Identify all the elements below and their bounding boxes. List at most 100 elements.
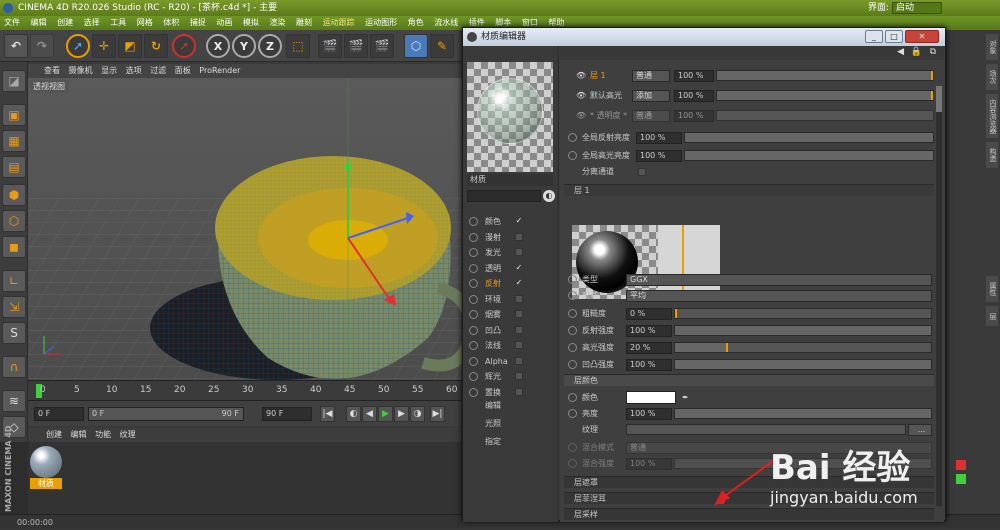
recent-tool-icon[interactable]: ➚	[172, 34, 196, 58]
channel-checkbox[interactable]: ✓	[515, 263, 523, 272]
channel-label[interactable]: 置换	[485, 385, 501, 400]
channel-label[interactable]: Alpha	[485, 354, 508, 369]
tweak-mode-icon[interactable]: ⇲	[2, 296, 26, 318]
layer-value-field[interactable]: 100 %	[674, 110, 714, 122]
channel-checkbox[interactable]	[515, 372, 523, 380]
make-editable-icon[interactable]: ◪	[2, 70, 26, 92]
axis-mode-icon[interactable]: ∟	[2, 270, 26, 292]
scale-tool-icon[interactable]: ◩	[118, 34, 142, 58]
layer-row-2[interactable]: 👁 默认高光 添加 100 %	[568, 88, 938, 103]
layer-value-field[interactable]: 100 %	[674, 70, 714, 82]
tab-layers[interactable]: 层	[986, 306, 998, 326]
channel-checkbox[interactable]	[515, 294, 523, 303]
specular-strength-slider[interactable]	[674, 342, 932, 353]
channel-item[interactable]: 透明 ✓	[469, 261, 553, 276]
edit-render-settings-icon[interactable]: 🎬	[370, 34, 394, 58]
eyedropper-icon[interactable]: ✒	[682, 390, 689, 405]
reflection-strength-field[interactable]: 100 %	[626, 325, 672, 337]
animate-dot-icon[interactable]	[568, 133, 577, 142]
channel-item[interactable]: 凹凸	[469, 323, 553, 338]
channel-label[interactable]: 透明	[485, 261, 501, 276]
next-key-icon[interactable]: ◑	[410, 406, 425, 422]
minimize-button[interactable]: _	[865, 30, 883, 43]
material-menu-edit[interactable]: 编辑	[71, 430, 87, 439]
edges-mode-icon[interactable]: ⬡	[2, 210, 26, 232]
channel-animate-dot-icon[interactable]	[469, 279, 478, 288]
channel-item[interactable]: 反射 ✓	[469, 276, 553, 291]
layer-stack-icon[interactable]: ≋	[2, 390, 26, 412]
previous-frame-icon[interactable]: ◀	[362, 406, 377, 422]
channel-item[interactable]: 辉光	[469, 369, 553, 384]
z-axis-button[interactable]: Z	[258, 34, 282, 58]
channel-label[interactable]: 颜色	[485, 214, 501, 229]
layer-value-slider[interactable]	[716, 90, 934, 101]
channel-label[interactable]: 法线	[485, 338, 501, 353]
channel-label[interactable]: 辉光	[485, 369, 501, 384]
menu-snap[interactable]: 捕捉	[186, 16, 210, 30]
channel-checkbox[interactable]: ✓	[515, 217, 523, 225]
move-tool-icon[interactable]: ✛	[92, 34, 116, 58]
start-frame-field[interactable]: 0 F	[34, 407, 84, 421]
viewport-menu-view[interactable]: 查看	[44, 66, 60, 75]
viewport-menu-panel[interactable]: 面板	[175, 66, 191, 75]
channel-checkbox[interactable]	[515, 248, 523, 256]
type-select[interactable]: GGX	[626, 274, 932, 286]
layer-section-header[interactable]: 层 1	[564, 184, 934, 196]
layer-value-field[interactable]: 100 %	[674, 90, 714, 102]
animate-dot-icon[interactable]	[568, 343, 577, 352]
y-axis-button[interactable]: Y	[232, 34, 256, 58]
channel-label[interactable]: 反射	[485, 276, 501, 291]
roughness-field[interactable]: 0 %	[626, 308, 672, 320]
channel-checkbox[interactable]: ✓	[515, 279, 523, 287]
channel-item[interactable]: 颜色 ✓	[469, 214, 553, 229]
layer-name[interactable]: 默认高光	[590, 88, 622, 103]
material-menu-function[interactable]: 功能	[95, 430, 111, 439]
global-reflection-field[interactable]: 100 %	[636, 132, 682, 144]
layer-mode-select[interactable]: 普通	[632, 70, 670, 82]
channel-label[interactable]: 烟雾	[485, 307, 501, 322]
brightness-slider[interactable]	[674, 408, 932, 419]
menu-motion-tracking[interactable]: 运动跟踪	[319, 16, 359, 30]
channel-item[interactable]: 发光	[469, 245, 553, 260]
channel-checkbox[interactable]	[515, 387, 523, 396]
menu-tools[interactable]: 工具	[106, 16, 130, 30]
lock-icon[interactable]: 🔒	[911, 47, 922, 57]
menu-character[interactable]: 角色	[404, 16, 428, 30]
channel-label[interactable]: 环境	[485, 292, 501, 307]
eye-icon[interactable]: 👁	[576, 68, 586, 83]
channel-item[interactable]: 烟雾	[469, 307, 553, 322]
channel-checkbox[interactable]	[515, 310, 523, 318]
model-mode-icon[interactable]: ▣	[2, 104, 26, 126]
menu-animate[interactable]: 动画	[212, 16, 236, 30]
go-to-start-icon[interactable]: |◀	[320, 406, 335, 422]
rotate-tool-icon[interactable]: ↻	[144, 34, 168, 58]
color-swatch[interactable]	[626, 391, 676, 404]
close-button[interactable]: ✕	[905, 30, 939, 43]
animate-dot-icon[interactable]	[568, 360, 577, 369]
channel-animate-dot-icon[interactable]	[469, 372, 478, 381]
redo-button[interactable]: ↷	[30, 34, 54, 58]
material-preview[interactable]	[467, 62, 553, 172]
brightness-field[interactable]: 100 %	[626, 408, 672, 420]
channel-item[interactable]: 漫射	[469, 230, 553, 245]
menu-simulate[interactable]: 模拟	[239, 16, 263, 30]
animate-dot-icon[interactable]	[568, 443, 577, 452]
channel-item[interactable]: Alpha	[469, 354, 553, 369]
eye-icon[interactable]: 👁	[576, 108, 586, 123]
menu-volume[interactable]: 体积	[159, 16, 183, 30]
layer-value-slider[interactable]	[716, 70, 934, 81]
scrollbar-thumb[interactable]	[936, 86, 942, 112]
channel-animate-dot-icon[interactable]	[469, 248, 478, 257]
animate-dot-icon[interactable]	[568, 151, 577, 160]
tab-objects[interactable]: 对象	[986, 34, 998, 60]
animate-dot-icon[interactable]	[568, 291, 577, 300]
next-frame-icon[interactable]: ▶	[394, 406, 409, 422]
render-view-icon[interactable]: 🎬	[318, 34, 342, 58]
menu-pipeline[interactable]: 流水线	[430, 16, 462, 30]
channel-animate-dot-icon[interactable]	[469, 356, 478, 366]
undo-button[interactable]: ↶	[4, 34, 28, 58]
texture-mode-icon[interactable]: ▦	[2, 130, 26, 152]
material-menu-create[interactable]: 创建	[46, 430, 62, 439]
x-axis-button[interactable]: X	[206, 34, 230, 58]
channel-animate-dot-icon[interactable]	[469, 217, 478, 226]
